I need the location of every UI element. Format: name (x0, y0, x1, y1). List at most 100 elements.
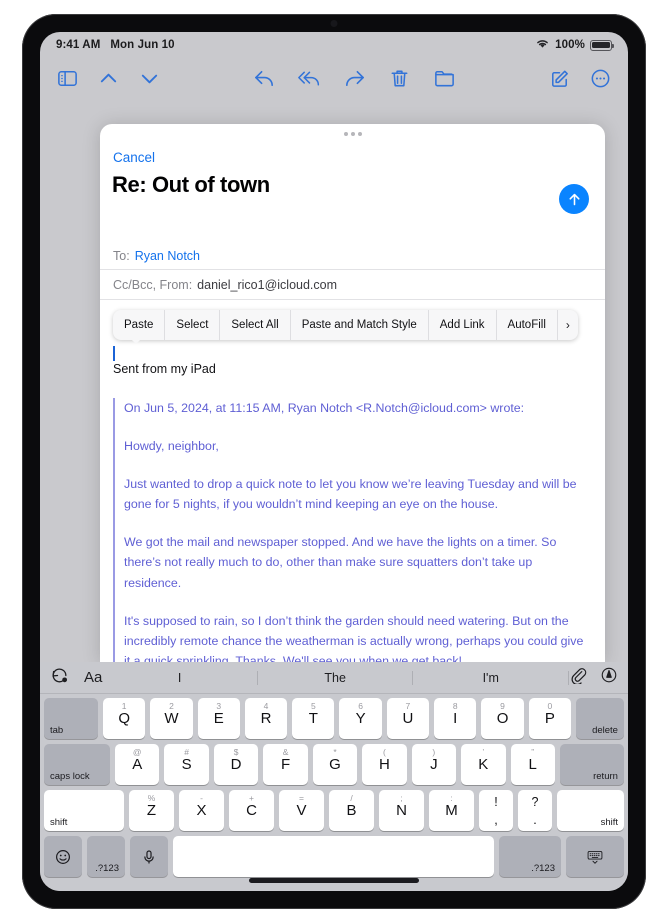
quoted-paragraph: Howdy, neighbor, (124, 439, 219, 454)
predictive-text-bar: Aa I The I'm (40, 662, 628, 694)
key-u[interactable]: 7 U (386, 698, 430, 739)
send-arrow-up-icon (568, 193, 580, 205)
menu-pointer-arrow (130, 338, 142, 344)
quoted-paragraph: On Jun 5, 2024, at 11:15 AM, Ryan Notch … (124, 401, 525, 415)
key-c[interactable]: + C (229, 790, 274, 831)
menu-item-paste[interactable]: Paste (113, 310, 166, 340)
key-microphone[interactable] (130, 836, 168, 877)
undo-redo-icon[interactable] (50, 666, 69, 690)
key-n[interactable]: ; N (379, 790, 424, 831)
from-address[interactable]: daniel_rico1@icloud.com (197, 278, 337, 292)
key-numbers-left[interactable]: .?123 (87, 836, 125, 877)
keyboard-row-3: shift % Z - X + C = V / B ; N: M ! , ? … (44, 790, 624, 831)
key-caps-lock[interactable]: caps lock (44, 744, 110, 785)
key-i[interactable]: 8 I (434, 698, 477, 739)
prediction-slot-1[interactable]: I (102, 670, 258, 685)
key-t[interactable]: 5 T (292, 698, 335, 739)
key-s[interactable]: # S (164, 744, 209, 785)
key-delete[interactable]: delete (575, 698, 624, 739)
key-exclamation-comma[interactable]: ! , (479, 790, 513, 831)
menu-item-select-all[interactable]: Select All (220, 310, 291, 340)
folder-icon[interactable] (433, 67, 456, 90)
keyboard-row-2: caps lock @ A # S $ D & F * G (H) J ’ … (44, 744, 624, 785)
message-body[interactable]: Sent from my iPad On Jun 5, 2024, at 11:… (100, 346, 605, 662)
key-space[interactable] (173, 836, 494, 877)
key-g[interactable]: * G (312, 744, 358, 785)
menu-next-page-chevron-icon[interactable]: › (558, 310, 578, 340)
compose-sheet: Cancel Re: Out of town To: Ryan Notch Cc… (100, 124, 605, 662)
status-bar: 9:41 AM Mon Jun 10 100% (40, 32, 628, 58)
key-f[interactable]: & F (263, 744, 308, 785)
quoted-paragraph: Just wanted to drop a quick note to let … (124, 477, 577, 512)
markup-pen-icon[interactable] (600, 666, 618, 689)
key-y[interactable]: 6 Y (339, 698, 382, 739)
key-tab[interactable]: tab (44, 698, 98, 739)
key-j[interactable]: ) J (411, 744, 457, 785)
trash-icon[interactable] (388, 67, 411, 90)
home-indicator (249, 878, 419, 883)
key-shift-left[interactable]: shift (44, 790, 124, 831)
paperclip-icon[interactable] (569, 666, 587, 689)
key-e[interactable]: 3 E (197, 698, 240, 739)
key-o[interactable]: 9 O (481, 698, 524, 739)
menu-item-paste-and-match-style[interactable]: Paste and Match Style (291, 310, 429, 340)
chevron-down-icon[interactable] (138, 67, 161, 90)
key-x[interactable]: - X (179, 790, 224, 831)
battery-icon (590, 39, 614, 51)
key-return[interactable]: return (559, 744, 624, 785)
key-emoji[interactable] (44, 836, 82, 877)
key-question-period[interactable]: ? . (518, 790, 552, 831)
reply-icon[interactable] (253, 67, 276, 90)
to-field-row[interactable]: To: Ryan Notch (100, 242, 605, 270)
cancel-button[interactable]: Cancel (113, 150, 155, 165)
key-q[interactable]: 1 Q (103, 698, 146, 739)
key-numbers-right[interactable]: .?123 (499, 836, 561, 877)
forward-icon[interactable] (343, 67, 366, 90)
menu-item-add-link[interactable]: Add Link (429, 310, 497, 340)
onscreen-keyboard: Aa I The I'm tab 1 Q 2 W 3 E 4 R 5 T 6 Y… (40, 662, 628, 891)
key-p[interactable]: 0 P (528, 698, 571, 739)
to-recipient[interactable]: Ryan Notch (135, 249, 200, 263)
key-hide-keyboard[interactable] (566, 836, 624, 877)
microphone-icon (144, 849, 154, 864)
keyboard-row-4: .?123 .?123 (44, 836, 624, 877)
key-b[interactable]: / B (329, 790, 374, 831)
key-v[interactable]: = V (279, 790, 324, 831)
mail-toolbar (40, 58, 628, 98)
front-camera (330, 20, 338, 27)
key-k[interactable]: ’ K (461, 744, 506, 785)
compose-icon[interactable] (548, 67, 571, 90)
key-l[interactable]: ” L (510, 744, 555, 785)
key-rows: tab 1 Q 2 W 3 E 4 R 5 T 6 Y 7 U 8 I 9 O … (40, 694, 628, 882)
status-time: 9:41 AM (56, 39, 101, 51)
ccbcc-from-row[interactable]: Cc/Bcc, From: daniel_rico1@icloud.com (100, 270, 605, 300)
ipad-screen: 9:41 AM Mon Jun 10 100% Cancel Re: Out o… (40, 32, 628, 891)
drag-handle[interactable] (343, 132, 362, 136)
subject-line[interactable]: Re: Out of town (112, 172, 270, 198)
prediction-slot-2[interactable]: The (258, 670, 414, 685)
key-z[interactable]: % Z (129, 790, 174, 831)
key-h[interactable]: ( H (362, 744, 407, 785)
chevron-up-icon[interactable] (97, 67, 120, 90)
menu-item-autofill[interactable]: AutoFill (497, 310, 558, 340)
menu-item-select[interactable]: Select (165, 310, 221, 340)
prediction-slot-3[interactable]: I'm (413, 670, 569, 685)
edit-context-menu: Paste Select Select All Paste and Match … (113, 310, 578, 340)
key-a[interactable]: @ A (115, 744, 160, 785)
reply-all-icon[interactable] (298, 67, 321, 90)
send-button[interactable] (559, 184, 589, 214)
sidebar-toggle-icon[interactable] (56, 67, 79, 90)
key-r[interactable]: 4 R (244, 698, 288, 739)
format-aa-button[interactable]: Aa (84, 669, 102, 686)
quoted-message: On Jun 5, 2024, at 11:15 AM, Ryan Notch … (113, 398, 592, 662)
ipad-device-frame: 9:41 AM Mon Jun 10 100% Cancel Re: Out o… (22, 14, 646, 909)
wifi-icon (535, 38, 550, 52)
more-ellipsis-icon[interactable] (589, 67, 612, 90)
key-m[interactable]: : M (429, 790, 474, 831)
signature-text: Sent from my iPad (113, 362, 216, 376)
key-shift-right[interactable]: shift (557, 790, 624, 831)
key-d[interactable]: $ D (213, 744, 259, 785)
key-w[interactable]: 2 W (150, 698, 193, 739)
quoted-paragraph: It's supposed to rain, so I don’t think … (124, 613, 584, 662)
ccbcc-label: Cc/Bcc, From: (113, 277, 193, 292)
